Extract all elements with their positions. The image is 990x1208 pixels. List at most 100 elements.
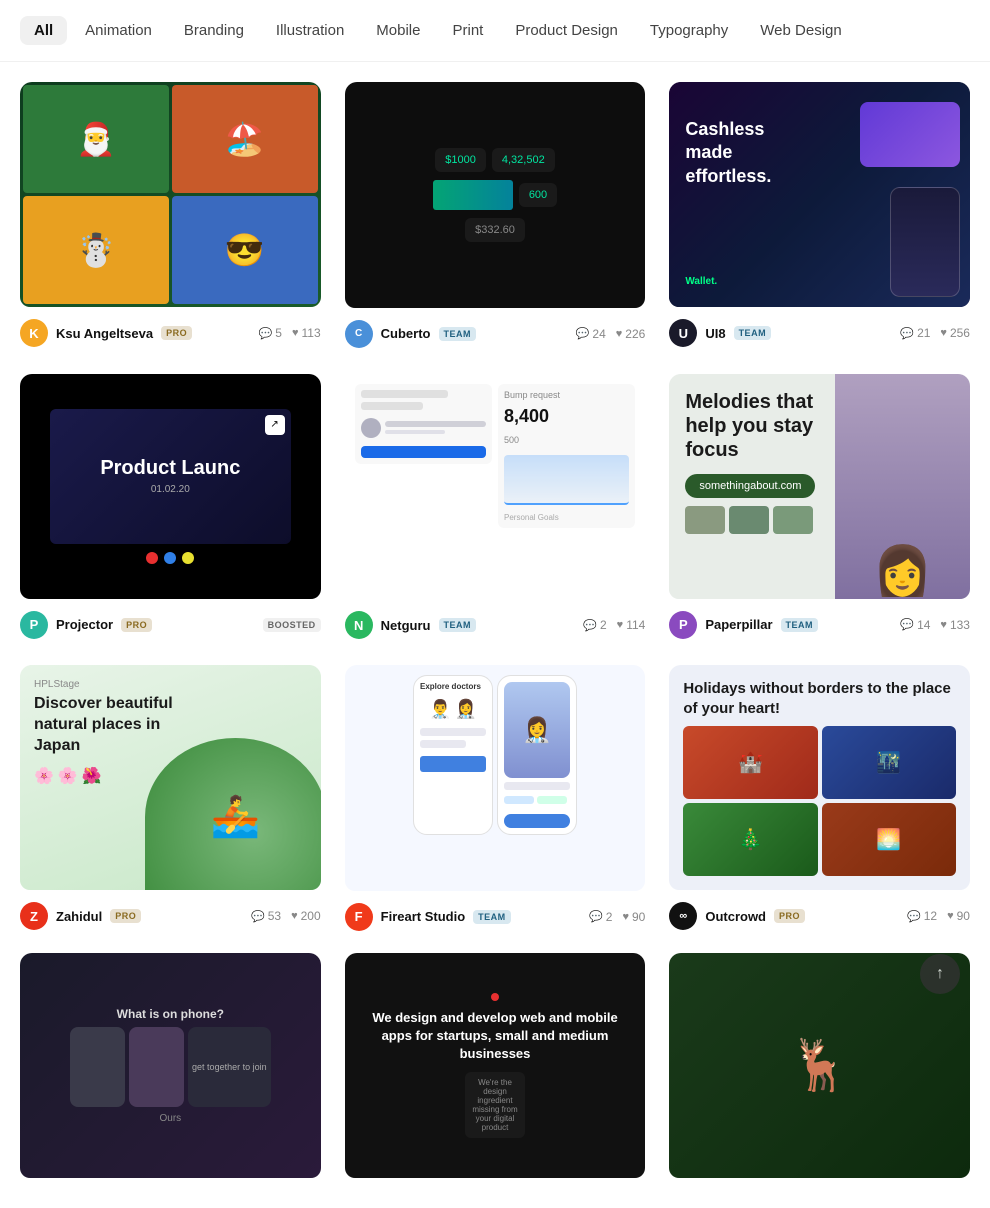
card-stats: 💬 5 ♥ 113 — [259, 326, 321, 340]
comment-count: 14 — [917, 618, 930, 632]
explore-label: Explore doctors — [420, 682, 486, 691]
partial-text-2: We design and develop web and mobile app… — [357, 1009, 634, 1064]
comment-stat: 💬 53 — [251, 909, 281, 923]
holiday-cell-4: 🌅 — [822, 803, 956, 876]
music-person: 👩 — [835, 374, 970, 599]
avatar: C — [345, 320, 373, 348]
author-badge: TEAM — [439, 327, 477, 341]
partial-card-2: We design and develop web and mobile app… — [345, 953, 646, 1189]
comment-icon: 💬 — [259, 327, 273, 340]
author-name: Cuberto — [381, 326, 431, 341]
card-stats: 💬 2 ♥ 114 — [583, 618, 645, 632]
filter-typography[interactable]: Typography — [636, 16, 742, 45]
author-name: Outcrowd — [705, 909, 766, 924]
darkui-stat: 4,32,502 — [492, 148, 555, 172]
filter-animation[interactable]: Animation — [71, 16, 166, 45]
like-stat: ♥ 256 — [940, 326, 970, 340]
partial-brand-1: Ours — [159, 1113, 181, 1124]
card-thumbnail[interactable]: 👩 Melodies that help you stay focus some… — [669, 374, 970, 599]
japan-brand: HPLStage — [34, 679, 307, 690]
card-stats: 💬 14 ♥ 133 — [900, 618, 970, 632]
doctor-figures: 👨‍⚕️ 👩‍⚕️ — [420, 699, 486, 720]
japan-illustration: 🚣 — [145, 738, 320, 891]
holiday-cell-1: 🏰 — [683, 726, 817, 799]
card-meta: K Ksu Angeltseva PRO 💬 5 ♥ 113 — [20, 317, 321, 349]
music-thumb-2 — [729, 506, 769, 534]
filter-web-design[interactable]: Web Design — [746, 16, 855, 45]
christmas-cell-3: ☃️ — [23, 196, 169, 304]
japan-headline: Discover beautiful natural places in Jap… — [34, 694, 184, 756]
card-paperpillar: 👩 Melodies that help you stay focus some… — [669, 374, 970, 642]
card-thumbnail[interactable]: 🎅 🏖️ ☃️ 😎 — [20, 82, 321, 307]
comment-count: 12 — [924, 909, 937, 923]
christmas-cell-4: 😎 — [172, 196, 318, 304]
author-badge: TEAM — [781, 618, 819, 632]
dot-red — [146, 552, 158, 564]
card-ui8: Cashlessmadeeffortless. Wallet. U UI8 TE… — [669, 82, 970, 350]
japan-flowers: 🌸 🌸 🌺 — [34, 766, 307, 786]
flower-1: 🌸 — [34, 766, 54, 786]
avatar: K — [20, 319, 48, 347]
wallet-tag: Wallet. — [685, 276, 717, 287]
like-count: 113 — [302, 326, 321, 340]
comment-icon: 💬 — [251, 910, 265, 923]
card-thumbnail[interactable]: Explore doctors 👨‍⚕️ 👩‍⚕️ 👩‍⚕️ — [345, 665, 646, 891]
card-thumbnail[interactable]: ↗ Product Launc 01.02.20 — [20, 374, 321, 599]
partial-card-1: What is on phone? get together to join O… — [20, 953, 321, 1189]
partial-side-text: We're the design ingredient missing from… — [465, 1072, 525, 1138]
card-thumbnail[interactable]: HPLStage Discover beautiful natural plac… — [20, 665, 321, 890]
filter-mobile[interactable]: Mobile — [362, 16, 434, 45]
filter-branding[interactable]: Branding — [170, 16, 258, 45]
doc-btn — [420, 756, 486, 772]
music-cta: somethingabout.com — [685, 474, 815, 498]
card-thumbnail[interactable]: Cashlessmadeeffortless. Wallet. — [669, 82, 970, 307]
comment-stat: 💬 2 — [589, 910, 612, 924]
partial-images: get together to join — [70, 1027, 271, 1107]
music-thumb-3 — [773, 506, 813, 534]
doc-figure-1: 👨‍⚕️ — [429, 699, 451, 720]
profile-name-placeholder — [385, 421, 486, 434]
partial-thumbnail-2[interactable]: We design and develop web and mobile app… — [345, 953, 646, 1179]
comment-count: 2 — [600, 618, 607, 632]
like-icon: ♥ — [616, 328, 623, 340]
like-icon: ♥ — [622, 911, 629, 923]
card-thumbnail[interactable]: Bump request 8,400 500 Personal Goals — [345, 374, 646, 600]
doc-cta — [504, 814, 570, 828]
comment-count: 24 — [592, 327, 605, 341]
card-stats: 💬 53 ♥ 200 — [251, 909, 321, 923]
pay-amount: 8,400 — [504, 406, 629, 427]
comment-icon: 💬 — [907, 910, 921, 923]
tag-1 — [504, 796, 534, 804]
music-headline: Melodies that help you stay focus — [685, 390, 833, 462]
card-stats: 💬 24 ♥ 226 — [576, 327, 646, 341]
darkui-chart — [433, 180, 513, 210]
darkui-val: $332.60 — [465, 218, 525, 242]
scroll-to-top-button[interactable]: ↑ — [920, 954, 960, 994]
card-thumbnail[interactable]: Holidays without borders to the place of… — [669, 665, 970, 890]
partial-dot — [491, 993, 499, 1001]
color-dots — [146, 552, 194, 564]
doctor-phone-2: 👩‍⚕️ — [497, 675, 577, 835]
filter-product-design[interactable]: Product Design — [501, 16, 632, 45]
doctor-phone-1: Explore doctors 👨‍⚕️ 👩‍⚕️ — [413, 675, 493, 835]
author-badge: TEAM — [439, 618, 477, 632]
like-icon: ♥ — [940, 327, 947, 339]
partial-thumbnail-1[interactable]: What is on phone? get together to join O… — [20, 953, 321, 1178]
goals-label: Personal Goals — [504, 513, 629, 522]
music-thumb-1 — [685, 506, 725, 534]
partial-row: What is on phone? get together to join O… — [0, 953, 990, 1208]
card-meta: P Paperpillar TEAM 💬 14 ♥ 133 — [669, 609, 970, 641]
card-cuberto: $1000 4,32,502 600 $332.60 C Cuberto TEA… — [345, 82, 646, 350]
author-badge: TEAM — [473, 910, 511, 924]
holidays-grid: 🏰 🌃 🎄 🌅 — [683, 726, 956, 876]
christmas-cell-2: 🏖️ — [172, 85, 318, 193]
filter-print[interactable]: Print — [438, 16, 497, 45]
doctor-portrait: 👩‍⚕️ — [504, 682, 570, 778]
comment-icon: 💬 — [583, 619, 597, 632]
author-name: Zahidul — [56, 909, 102, 924]
filter-all[interactable]: All — [20, 16, 67, 45]
comment-icon: 💬 — [576, 327, 590, 340]
partial-img-2 — [129, 1027, 184, 1107]
filter-illustration[interactable]: Illustration — [262, 16, 358, 45]
card-thumbnail[interactable]: $1000 4,32,502 600 $332.60 — [345, 82, 646, 308]
